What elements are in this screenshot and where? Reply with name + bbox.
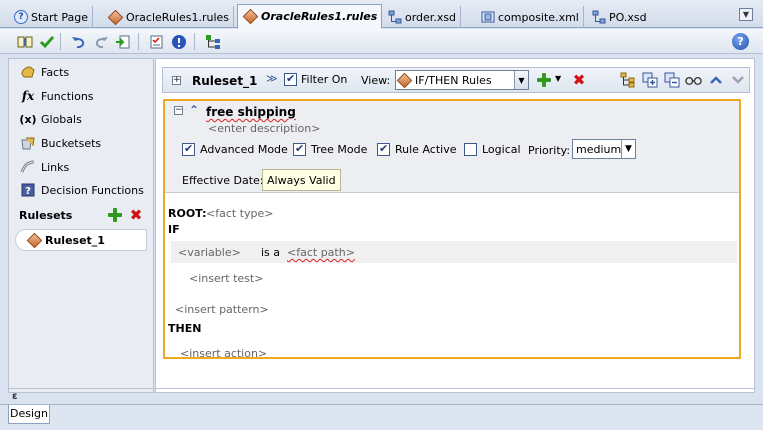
- decision-function-icon: ?: [19, 182, 37, 198]
- tab-start-page[interactable]: ? Start Page: [10, 6, 93, 28]
- delete-ruleset-icon[interactable]: ✖: [129, 208, 143, 223]
- globals-icon: (x): [19, 112, 37, 126]
- rules-diamond-icon: [242, 8, 259, 25]
- rule-description-placeholder[interactable]: <enter description>: [208, 122, 320, 135]
- expand-all-icon[interactable]: [641, 71, 658, 88]
- insert-action-placeholder[interactable]: <insert action>: [180, 347, 267, 360]
- ruleset-toolbar: + Ruleset_1 ≫ Filter On View: IF/THEN Ru…: [162, 67, 750, 93]
- view-label: View:: [361, 74, 391, 87]
- logical-option[interactable]: Logical: [464, 143, 521, 156]
- chevron-down-icon: ▼: [621, 140, 635, 158]
- sidebar-item-links[interactable]: Links: [19, 158, 69, 176]
- tab-design[interactable]: Design: [8, 405, 50, 424]
- navigator-collapse-icon[interactable]: ɛ: [12, 391, 18, 402]
- rule-name[interactable]: free shipping: [206, 105, 296, 119]
- effective-date-button[interactable]: Always Valid: [262, 169, 341, 191]
- info-icon[interactable]: [170, 33, 187, 50]
- dictionary-book-icon[interactable]: [16, 33, 33, 50]
- validate-check-icon[interactable]: [38, 33, 55, 50]
- insert-pattern-placeholder[interactable]: <insert pattern>: [175, 303, 269, 316]
- editor-tab-strip: ? Start Page OracleRules1.rules OracleRu…: [0, 0, 763, 29]
- fact-path-placeholder[interactable]: <fact path>: [287, 246, 355, 259]
- tree-icon[interactable]: [619, 71, 636, 88]
- add-ruleset-icon[interactable]: [108, 208, 122, 222]
- is-a-text: is a: [261, 246, 281, 259]
- bucketsets-icon: [19, 135, 37, 151]
- schema-icon: [592, 10, 606, 24]
- collapse-all-rules-icon[interactable]: [663, 71, 680, 88]
- tab-po-xsd[interactable]: PO.xsd: [588, 6, 651, 28]
- sidebar-item-decision-functions[interactable]: ? Decision Functions: [19, 181, 144, 199]
- tab-oraclerules1-rules[interactable]: OracleRules1.rules: [103, 6, 235, 28]
- if-label: IF: [168, 223, 180, 236]
- root-fact-type[interactable]: <fact type>: [206, 207, 273, 220]
- tab-oraclerules1-rules-active[interactable]: OracleRules1.rules: [237, 4, 383, 29]
- logical-checkbox[interactable]: [464, 143, 477, 156]
- rule-collapse-icon[interactable]: ⌃: [189, 103, 199, 117]
- priority-label: Priority:: [528, 144, 571, 157]
- redo-icon[interactable]: [92, 33, 109, 50]
- then-label: THEN: [168, 322, 202, 335]
- schema-icon: [388, 10, 402, 24]
- rules-diamond-icon: [396, 72, 413, 88]
- help-icon: ?: [14, 10, 28, 24]
- sidebar-item-bucketsets[interactable]: Bucketsets: [19, 134, 101, 152]
- rule-header: − ⌃ free shipping <enter description> Ad…: [165, 101, 739, 193]
- tree-mode-checkbox[interactable]: [293, 142, 306, 156]
- dictionary-navigator: Facts fx Functions (x) Globals Bucketset…: [8, 58, 154, 393]
- links-icon: [19, 159, 37, 175]
- sidebar-item-functions[interactable]: fx Functions: [19, 87, 94, 105]
- undo-icon[interactable]: [70, 33, 87, 50]
- bottom-tab-strip: Design: [0, 404, 763, 430]
- rule-panel: − ⌃ free shipping <enter description> Ad…: [163, 99, 741, 360]
- variable-placeholder[interactable]: <variable>: [178, 246, 241, 259]
- tab-order-xsd[interactable]: order.xsd: [384, 6, 462, 28]
- view-select[interactable]: IF/THEN Rules ▼: [395, 70, 529, 90]
- help-button[interactable]: ?: [732, 33, 749, 50]
- effective-date-label: Effective Date:: [182, 174, 264, 187]
- ruleset-name[interactable]: Ruleset_1: [192, 74, 257, 88]
- pattern-row[interactable]: [171, 241, 737, 263]
- move-down-icon[interactable]: [729, 71, 746, 88]
- root-label: ROOT:: [168, 207, 207, 220]
- ruleset-editor: + Ruleset_1 ≫ Filter On View: IF/THEN Ru…: [155, 58, 755, 393]
- facts-icon: [19, 64, 37, 80]
- collapse-all-icon[interactable]: ≫: [266, 72, 278, 85]
- composite-icon: [481, 11, 495, 23]
- tab-composite-xml[interactable]: composite.xml: [477, 6, 584, 28]
- add-rule-icon[interactable]: [537, 73, 551, 87]
- rules-diamond-icon: [26, 232, 43, 248]
- editor-toolbar: ?: [0, 29, 763, 54]
- chevron-down-icon: ▼: [514, 71, 528, 89]
- delete-rule-icon[interactable]: ✖: [572, 73, 586, 88]
- function-icon: fx: [21, 89, 35, 103]
- insert-test-placeholder[interactable]: <insert test>: [189, 272, 263, 285]
- rule-collapse-toggle[interactable]: −: [174, 106, 183, 115]
- rule-active-option[interactable]: Rule Active: [377, 142, 456, 156]
- panel-splitter[interactable]: [8, 388, 754, 389]
- hierarchy-icon[interactable]: [204, 33, 221, 50]
- advanced-mode-option[interactable]: Advanced Mode: [182, 142, 288, 156]
- priority-select[interactable]: medium ▼: [572, 139, 636, 159]
- tree-mode-option[interactable]: Tree Mode: [293, 142, 367, 156]
- ruleset-expand-toggle[interactable]: +: [172, 76, 181, 85]
- filter-toggle[interactable]: Filter On: [284, 72, 347, 86]
- sidebar-item-globals[interactable]: (x) Globals: [19, 110, 81, 128]
- report-icon[interactable]: [148, 33, 165, 50]
- glasses-icon[interactable]: [685, 71, 702, 88]
- ruleset-list-item[interactable]: Ruleset_1: [15, 229, 147, 251]
- add-rule-dropdown-icon[interactable]: ▼: [555, 74, 561, 83]
- tab-list-dropdown[interactable]: ▼: [739, 8, 753, 21]
- rule-active-checkbox[interactable]: [377, 142, 390, 156]
- import-icon[interactable]: [114, 33, 131, 50]
- filter-checkbox[interactable]: [284, 72, 297, 86]
- sidebar-item-facts[interactable]: Facts: [19, 63, 69, 81]
- advanced-mode-checkbox[interactable]: [182, 142, 195, 156]
- rules-diamond-icon: [107, 9, 124, 25]
- move-up-icon[interactable]: [707, 71, 724, 88]
- svg-text:?: ?: [25, 186, 31, 197]
